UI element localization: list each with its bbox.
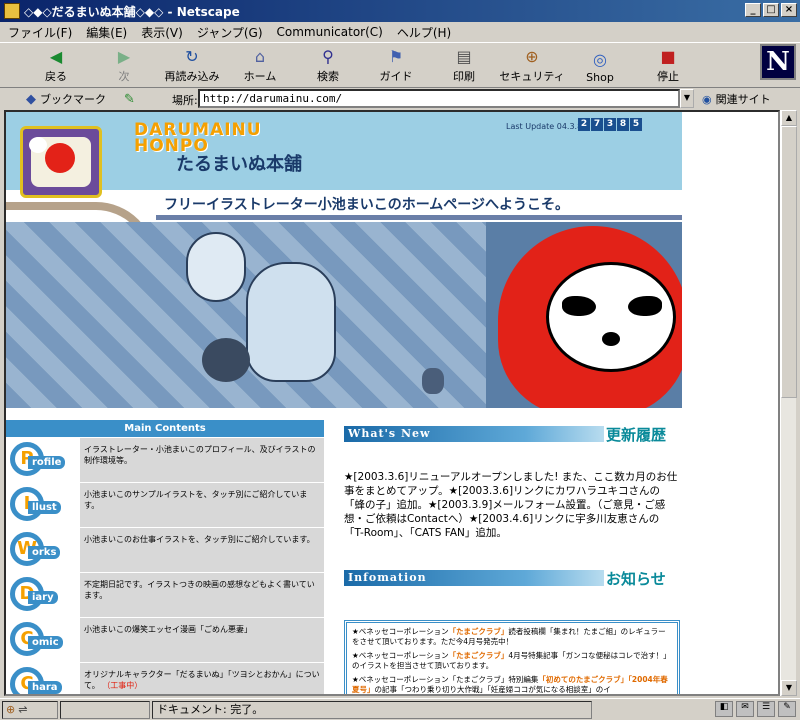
print-button[interactable]: ▤ 印刷 — [430, 43, 498, 87]
under-construction-badge: （工事中） — [102, 681, 143, 690]
app-icon — [4, 3, 20, 19]
reload-button[interactable]: ↻ 再読み込み — [158, 43, 226, 87]
page-viewport: DARUMAINU HONPO たるまいぬ本舗 Last Update 04.3… — [4, 110, 780, 696]
vertical-scrollbar[interactable]: ▲ ▼ — [780, 110, 797, 696]
related-sites-icon: ◉ — [702, 92, 712, 106]
discussion-icon[interactable]: ☰ — [757, 701, 775, 717]
illustration-teddy-bear — [422, 368, 444, 394]
nav-illust: I llust 小池まいこのサンプルイラストを、タッチ別にご紹介しています。 — [6, 483, 324, 527]
minimize-button[interactable]: _ — [745, 3, 761, 17]
title-bar: ◇◆◇だるまいぬ本舗◇◆◇ - Netscape _ □ × — [0, 0, 800, 22]
main-contents-sidebar: Main Contents P rofile イラストレーター・小池まいこのプロ… — [6, 420, 324, 694]
nav-profile: P rofile イラストレーター・小池まいこのプロフィール、及びイラストの制作… — [6, 438, 324, 482]
navigator-icon[interactable]: ◧ — [715, 701, 733, 717]
location-label: 場所: — [172, 94, 198, 107]
back-arrow-icon: ◀ — [49, 46, 63, 66]
info-entry: ★ベネッセコーポレーション「たまごクラブ」特別編集「初めてのたまごクラブ」「20… — [352, 675, 668, 694]
illust-description: 小池まいこのサンプルイラストを、タッチ別にご紹介しています。 — [80, 483, 324, 527]
works-description: 小池まいこのお仕事イラストを、タッチ別にご紹介しています。 — [80, 528, 324, 572]
menu-file[interactable]: ファイル(F) — [8, 24, 72, 41]
illustration-monkey — [202, 338, 250, 382]
works-button[interactable]: W orks — [10, 530, 78, 570]
window-title: ◇◆◇だるまいぬ本舗◇◆◇ - Netscape — [24, 4, 240, 19]
info-entry: ★ベネッセコーポレーション「たまごクラブ」4月号特集記事「ガンコな便秘はコレで治… — [352, 651, 671, 670]
site-logo-japanese: たるまいぬ本舗 — [176, 154, 302, 175]
stop-button[interactable]: ■ 停止 — [634, 43, 702, 87]
whats-new-heading: What's New 更新履歴 — [344, 424, 678, 446]
related-sites-button[interactable]: ◉ 関連サイト — [702, 91, 771, 107]
welcome-banner: フリーイラストレーター小池まいこのホームページへようこそ。 — [156, 194, 682, 220]
bookmark-icon: ◆ — [26, 91, 36, 107]
shop-button[interactable]: ◎ Shop — [566, 43, 634, 87]
home-button[interactable]: ⌂ ホーム — [226, 43, 294, 87]
nav-diary: D iary 不定期日記です。イラストつきの映画の感想などもよく書いています。 — [6, 573, 324, 617]
profile-description: イラストレーター・小池まいこのプロフィール、及びイラストの制作環境等。 — [80, 438, 324, 482]
profile-button[interactable]: P rofile — [10, 440, 78, 480]
main-contents-heading: Main Contents — [6, 420, 324, 437]
back-button[interactable]: ◀ 戻る — [22, 43, 90, 87]
search-icon: ⚲ — [322, 46, 334, 66]
home-icon: ⌂ — [254, 46, 266, 66]
reload-icon: ↻ — [185, 46, 199, 66]
status-message: ドキュメント: 完了。 — [152, 700, 592, 719]
forward-button[interactable]: ▶ 次 — [90, 43, 158, 87]
close-button[interactable]: × — [781, 3, 797, 17]
composer-icon[interactable]: ✎ — [778, 701, 796, 717]
search-button[interactable]: ⚲ 検索 — [294, 43, 362, 87]
menu-edit[interactable]: 編集(E) — [86, 24, 127, 41]
scroll-up-button[interactable]: ▲ — [781, 110, 797, 126]
location-bar: ◆ ブックマーク ✎ 場所: http://darumainu.com/ ▼ ◉… — [0, 88, 800, 110]
scroll-thumb[interactable] — [781, 126, 797, 398]
hero-illustration — [6, 222, 682, 408]
status-bar: ⊕ ⇌ ドキュメント: 完了。 ◧ ✉ ☰ ✎ — [0, 698, 800, 720]
last-update-label: Last Update 04.3.8 — [506, 122, 583, 131]
scroll-down-button[interactable]: ▼ — [781, 680, 797, 696]
information-box: ★ベネッセコーポレーション「たまごクラブ」読者投稿欄「集まれ！たまご組」のレギュ… — [344, 620, 680, 694]
component-bar: ◧ ✉ ☰ ✎ — [715, 701, 796, 717]
url-field[interactable]: http://darumainu.com/ — [198, 89, 680, 108]
lock-status-icon: ⊕ — [6, 703, 16, 716]
comic-button[interactable]: C omic — [10, 620, 78, 660]
page-proxy-icon[interactable]: ✎ — [124, 92, 135, 107]
chara-description: オリジナルキャラクター「だるまいぬ」「ツヨシとおかん」について。 （工事中） — [80, 663, 324, 694]
nav-chara: C hara オリジナルキャラクター「だるまいぬ」「ツヨシとおかん」について。 … — [6, 663, 324, 694]
bookmarks-button[interactable]: ◆ ブックマーク ✎ — [26, 91, 135, 107]
lock-icon: ⊕ — [525, 46, 539, 66]
diary-button[interactable]: D iary — [10, 575, 78, 615]
nav-comic: C omic 小池まいこの爆笑エッセイ漫画「ごめん悪妻」 — [6, 618, 324, 662]
illust-button[interactable]: I llust — [10, 485, 78, 525]
menu-view[interactable]: 表示(V) — [141, 24, 183, 41]
info-entry: ★ベネッセコーポレーション「たまごクラブ」読者投稿欄「集まれ！たまご組」のレギュ… — [352, 627, 666, 646]
comic-description: 小池まいこの爆笑エッセイ漫画「ごめん悪妻」 — [80, 618, 324, 662]
information-heading: Infomation お知らせ — [344, 568, 678, 590]
stop-icon: ■ — [660, 46, 676, 66]
connection-icon: ⇌ — [18, 703, 28, 716]
navigation-toolbar: ◀ 戻る ▶ 次 ↻ 再読み込み ⌂ ホーム ⚲ 検索 ⚑ ガイド ▤ 印刷 ⊕ セキュリティ … — [0, 42, 800, 88]
security-status-icons[interactable]: ⊕ ⇌ — [2, 700, 58, 719]
progress-cell — [60, 700, 150, 719]
menu-bar: ファイル(F) 編集(E) 表示(V) ジャンプ(G) Communicator… — [0, 22, 800, 42]
menu-help[interactable]: ヘルプ(H) — [397, 24, 451, 41]
security-button[interactable]: ⊕ セキュリティ — [498, 43, 566, 87]
maximize-button[interactable]: □ — [763, 3, 779, 17]
diary-description: 不定期日記です。イラストつきの映画の感想などもよく書いています。 — [80, 573, 324, 617]
shop-icon: ◎ — [593, 49, 607, 69]
url-dropdown-button[interactable]: ▼ — [680, 89, 694, 108]
print-icon: ▤ — [456, 46, 472, 66]
forward-arrow-icon: ▶ — [117, 46, 131, 66]
mail-icon[interactable]: ✉ — [736, 701, 754, 717]
illustration-main-face — [246, 262, 336, 382]
illustration-woman-figure — [186, 232, 246, 302]
nav-works: W orks 小池まいこのお仕事イラストを、タッチ別にご紹介しています。 — [6, 528, 324, 572]
chara-button[interactable]: C hara — [10, 665, 78, 694]
menu-go[interactable]: ジャンプ(G) — [197, 24, 263, 41]
netscape-logo[interactable]: N — [760, 44, 796, 80]
hit-counter: 2 7 3 8 5 — [578, 118, 642, 131]
bookmarks-label: ブックマーク — [40, 93, 106, 106]
guide-button[interactable]: ⚑ ガイド — [362, 43, 430, 87]
guide-icon: ⚑ — [388, 46, 404, 66]
whats-new-text: ★[2003.3.6]リニューアルオープンしました! また、ここ数カ月のお仕事を… — [344, 471, 678, 539]
menu-communicator[interactable]: Communicator(C) — [277, 25, 383, 39]
tv-logo-image[interactable] — [20, 126, 102, 198]
